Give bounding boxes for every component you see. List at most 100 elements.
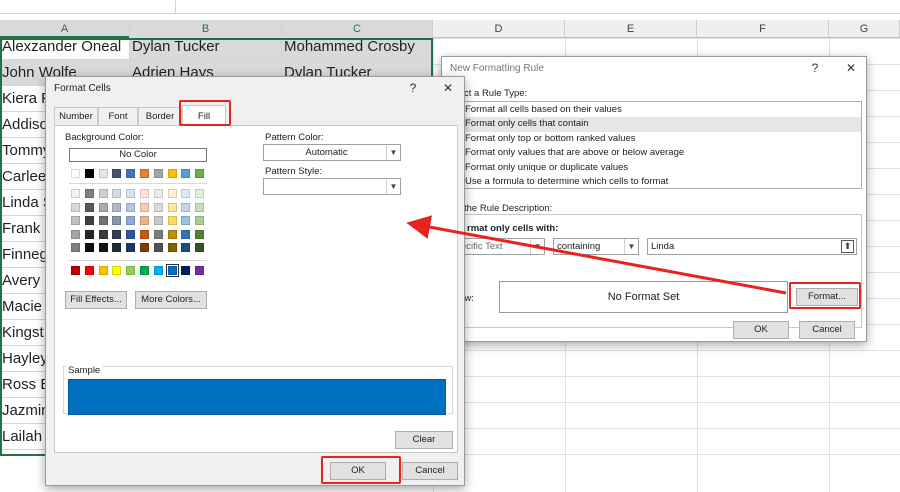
operator-select[interactable]: containing ▼ <box>553 238 639 255</box>
clear-button[interactable]: Clear <box>395 431 453 449</box>
standard-color-swatch[interactable] <box>195 266 205 275</box>
cancel-button[interactable]: Cancel <box>799 321 855 339</box>
theme-tint-swatch[interactable] <box>153 216 163 225</box>
theme-tint-swatch[interactable] <box>126 189 136 198</box>
theme-tint-swatch[interactable] <box>71 202 80 212</box>
theme-tint-swatch[interactable] <box>167 216 177 225</box>
theme-tint-swatch[interactable] <box>84 229 94 239</box>
theme-color-swatch[interactable] <box>84 169 94 178</box>
no-color-button[interactable]: No Color <box>69 148 207 162</box>
rule-type-list[interactable]: Format all cells based on their values Fo… <box>442 101 862 189</box>
ok-button[interactable]: OK <box>330 462 386 480</box>
theme-tint-swatch[interactable] <box>126 243 136 252</box>
theme-tint-swatch[interactable] <box>71 243 80 252</box>
rule-type-item[interactable]: Format only top or bottom ranked values <box>443 132 861 146</box>
standard-color-swatch[interactable] <box>153 266 163 275</box>
theme-color-swatch[interactable] <box>98 169 108 178</box>
theme-tint-swatch[interactable] <box>112 243 122 252</box>
formula-input[interactable] <box>175 0 900 14</box>
standard-color-swatch[interactable] <box>112 266 122 275</box>
tab-fill[interactable]: Fill <box>182 105 226 126</box>
standard-color-swatch[interactable] <box>84 266 94 275</box>
theme-tint-swatch[interactable] <box>112 229 122 239</box>
theme-tint-swatch[interactable] <box>98 229 108 239</box>
standard-color-swatch[interactable] <box>71 266 80 275</box>
theme-tint-swatch[interactable] <box>167 189 177 198</box>
theme-tint-swatch[interactable] <box>153 202 163 212</box>
help-icon[interactable]: ? <box>804 59 826 77</box>
theme-tint-swatch[interactable] <box>98 216 108 225</box>
rule-type-item[interactable]: Use a formula to determine which cells t… <box>443 175 861 189</box>
theme-tint-swatch[interactable] <box>84 189 94 198</box>
standard-color-swatch[interactable] <box>140 266 149 275</box>
theme-tint-swatch[interactable] <box>84 243 94 252</box>
theme-tint-swatch[interactable] <box>153 229 163 239</box>
standard-color-swatch[interactable] <box>181 266 191 275</box>
theme-tint-swatch[interactable] <box>126 216 136 225</box>
column-header-e[interactable]: E <box>565 20 697 38</box>
tab-number[interactable]: Number <box>54 107 98 125</box>
theme-tint-swatch[interactable] <box>126 229 136 239</box>
theme-tint-swatch[interactable] <box>112 189 122 198</box>
format-button[interactable]: Format... <box>796 288 858 306</box>
column-header-d[interactable]: D <box>433 20 565 38</box>
theme-color-swatch[interactable] <box>153 169 163 178</box>
theme-tint-swatch[interactable] <box>71 216 80 225</box>
theme-tint-swatch[interactable] <box>181 243 191 252</box>
help-icon[interactable]: ? <box>402 79 424 97</box>
standard-color-swatch[interactable] <box>126 266 136 275</box>
pattern-style-select[interactable]: ▼ <box>263 178 401 195</box>
theme-tint-swatch[interactable] <box>98 243 108 252</box>
theme-tint-swatch[interactable] <box>140 216 149 225</box>
theme-color-swatch[interactable] <box>167 169 177 178</box>
rule-type-item[interactable]: Format only cells that contain <box>443 117 861 132</box>
theme-tint-swatch[interactable] <box>167 202 177 212</box>
rule-type-item[interactable]: Format only values that are above or bel… <box>443 146 861 160</box>
ok-button[interactable]: OK <box>733 321 789 339</box>
column-header-f[interactable]: F <box>697 20 829 38</box>
rule-type-item[interactable]: Format all cells based on their values <box>443 103 861 117</box>
theme-color-swatch[interactable] <box>126 169 136 178</box>
theme-tint-swatch[interactable] <box>98 202 108 212</box>
column-header-g[interactable]: G <box>829 20 900 38</box>
theme-tint-swatch[interactable] <box>98 189 108 198</box>
theme-tint-swatch[interactable] <box>195 189 205 198</box>
cell-a1[interactable]: Alexzander Oneal <box>0 34 130 60</box>
theme-tint-swatch[interactable] <box>181 189 191 198</box>
theme-tint-swatch[interactable] <box>167 229 177 239</box>
theme-tint-swatch[interactable] <box>195 229 205 239</box>
theme-tint-swatch[interactable] <box>112 202 122 212</box>
condition-type-select[interactable]: ecific Text ▼ <box>457 238 545 255</box>
more-colors-button[interactable]: More Colors... <box>135 291 207 309</box>
theme-tint-swatch[interactable] <box>126 202 136 212</box>
theme-tint-swatch[interactable] <box>140 229 149 239</box>
theme-tint-swatch[interactable] <box>140 189 149 198</box>
fill-effects-button[interactable]: Fill Effects... <box>65 291 127 309</box>
theme-tint-swatch[interactable] <box>71 189 80 198</box>
theme-tint-swatch[interactable] <box>153 189 163 198</box>
collapse-dialog-icon[interactable]: ⬆ <box>841 240 854 253</box>
theme-tint-swatch[interactable] <box>112 216 122 225</box>
pattern-color-select[interactable]: Automatic ▼ <box>263 144 401 161</box>
theme-tint-swatch[interactable] <box>71 229 80 239</box>
cancel-button[interactable]: Cancel <box>402 462 458 480</box>
theme-tint-swatch[interactable] <box>167 243 177 252</box>
standard-color-swatch[interactable] <box>165 264 179 277</box>
theme-tint-swatch[interactable] <box>84 216 94 225</box>
theme-tint-swatch[interactable] <box>140 202 149 212</box>
theme-color-swatch[interactable] <box>112 169 122 178</box>
theme-tint-swatch[interactable] <box>84 202 94 212</box>
theme-color-swatch[interactable] <box>140 169 149 178</box>
theme-color-swatch[interactable] <box>195 169 205 178</box>
theme-tint-swatch[interactable] <box>140 243 149 252</box>
tab-border[interactable]: Border <box>138 107 182 125</box>
theme-tint-swatch[interactable] <box>195 216 205 225</box>
theme-tint-swatch[interactable] <box>181 216 191 225</box>
formula-bar[interactable] <box>0 0 900 14</box>
tab-font[interactable]: Font <box>98 107 138 125</box>
theme-tint-swatch[interactable] <box>181 229 191 239</box>
close-icon[interactable]: ✕ <box>840 59 862 77</box>
theme-tint-swatch[interactable] <box>181 202 191 212</box>
theme-tint-swatch[interactable] <box>195 202 205 212</box>
theme-tint-swatch[interactable] <box>153 243 163 252</box>
